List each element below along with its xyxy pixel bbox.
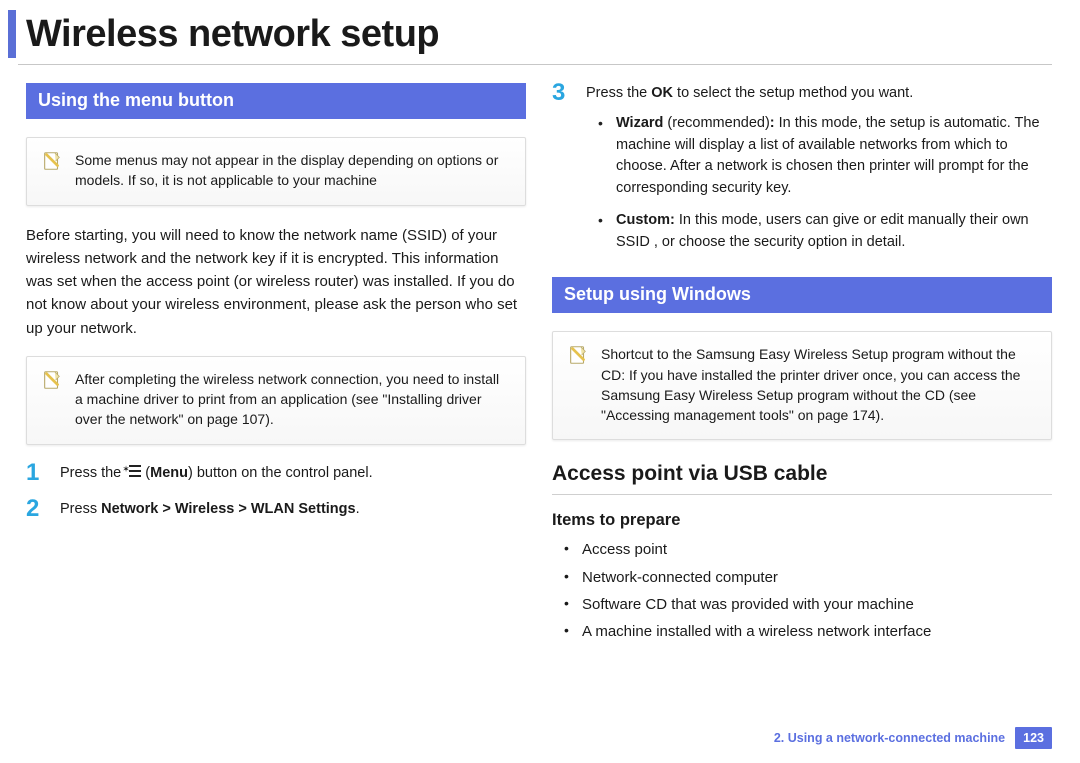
step-body: Press Network > Wireless > WLAN Settings… — [60, 499, 526, 521]
note-install-driver: After completing the wireless network co… — [26, 356, 526, 445]
custom-text: In this mode, users can give or edit man… — [616, 212, 1029, 250]
bullet-wizard: Wizard (recommended): In this mode, the … — [598, 113, 1052, 200]
custom-label: Custom: — [616, 212, 675, 228]
steps-list: 1 Press the (Menu) button on the control… — [26, 463, 526, 521]
step1-post: ) button on the control panel. — [188, 465, 373, 481]
step3-bullets: Wizard (recommended): In this mode, the … — [598, 113, 1052, 254]
step3-bold: OK — [651, 85, 673, 101]
step-body: Press the OK to select the setup method … — [586, 83, 1052, 263]
list-item: A machine installed with a wireless netw… — [564, 620, 1052, 643]
list-item: Access point — [564, 538, 1052, 561]
step1-pre: Press the — [60, 465, 125, 481]
note-easy-wireless-shortcut: Shortcut to the Samsung Easy Wireless Se… — [552, 331, 1052, 440]
note-text: Some menus may not appear in the display… — [75, 152, 498, 188]
step2-pre: Press — [60, 501, 101, 517]
page-title: Wireless network setup — [26, 13, 439, 56]
wizard-label: Wizard — [616, 115, 663, 131]
list-item: Software CD that was provided with your … — [564, 593, 1052, 616]
heading-access-point-usb: Access point via USB cable — [552, 462, 1052, 495]
step3-pre: Press the — [586, 85, 651, 101]
footer-page-number: 123 — [1015, 727, 1052, 749]
page-footer: 2. Using a network-connected machine 123 — [774, 727, 1052, 749]
note-icon — [41, 150, 63, 172]
step2-bold: Network > Wireless > WLAN Settings — [101, 501, 356, 517]
step-number: 3 — [552, 81, 570, 105]
items-to-prepare-list: Access point Network-connected computer … — [564, 538, 1052, 643]
title-row: Wireless network setup — [8, 10, 1052, 58]
footer-chapter: 2. Using a network-connected machine — [774, 731, 1005, 745]
right-column: 3 Press the OK to select the setup metho… — [552, 83, 1052, 647]
section-heading-setup-windows: Setup using Windows — [552, 277, 1052, 313]
intro-paragraph: Before starting, you will need to know t… — [26, 224, 526, 340]
wizard-recommended: (recommended) — [663, 115, 769, 131]
section-heading-using-menu-button: Using the menu button — [26, 83, 526, 119]
title-divider — [18, 64, 1052, 65]
note-text: After completing the wireless network co… — [75, 371, 499, 428]
menu-icon — [125, 465, 141, 479]
step-1: 1 Press the (Menu) button on the control… — [26, 463, 526, 485]
note-icon — [567, 344, 589, 366]
note-text: Shortcut to the Samsung Easy Wireless Se… — [601, 346, 1020, 423]
list-item: Network-connected computer — [564, 566, 1052, 589]
step-3: 3 Press the OK to select the setup metho… — [552, 83, 1052, 263]
note-icon — [41, 369, 63, 391]
title-accent-bar — [8, 10, 16, 58]
bullet-custom: Custom: In this mode, users can give or … — [598, 210, 1052, 254]
heading-items-to-prepare: Items to prepare — [552, 511, 1052, 530]
step-body: Press the (Menu) button on the control p… — [60, 463, 526, 485]
step3-post: to select the setup method you want. — [673, 85, 913, 101]
step-2: 2 Press Network > Wireless > WLAN Settin… — [26, 499, 526, 521]
menu-label: Menu — [150, 465, 188, 481]
step2-post: . — [356, 501, 360, 517]
note-menu-availability: Some menus may not appear in the display… — [26, 137, 526, 206]
step-number: 2 — [26, 497, 44, 521]
left-column: Using the menu button Some menus may not… — [26, 83, 526, 647]
content-columns: Using the menu button Some menus may not… — [26, 83, 1052, 647]
step-number: 1 — [26, 461, 44, 485]
